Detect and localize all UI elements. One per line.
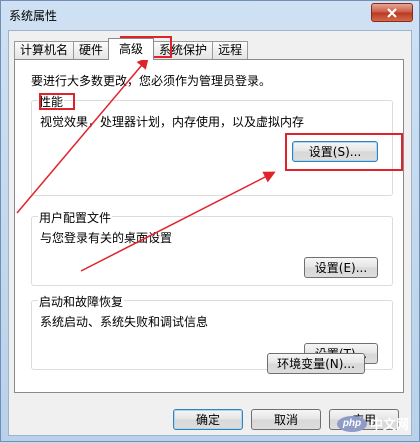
user-profiles-settings-button[interactable]: 设置(E)... <box>304 257 378 278</box>
performance-settings-button[interactable]: 设置(S)... <box>292 141 378 162</box>
close-button[interactable] <box>371 3 413 22</box>
performance-group: 性能 视觉效果，处理器计划，内存使用，以及虚拟内存 设置(S)... <box>31 93 393 196</box>
tab-remote[interactable]: 远程 <box>212 41 249 60</box>
tab-computer-name[interactable]: 计算机名 <box>14 41 75 60</box>
window-title: 系统属性 <box>9 9 58 23</box>
admin-note: 要进行大多数更改，您必须作为管理员登录。 <box>31 74 272 88</box>
environment-variables-button[interactable]: 环境变量(N)... <box>267 353 365 374</box>
dialog-client-area: 计算机名 硬件 高级 系统保护 远程 要进行大多数更改，您必须作为管理员登录。 … <box>8 30 412 436</box>
performance-desc: 视觉效果，处理器计划，内存使用，以及虚拟内存 <box>40 115 305 129</box>
tab-strip: 计算机名 硬件 高级 系统保护 远程 <box>14 38 249 60</box>
system-properties-window: 系统属性 计算机名 硬件 高级 系统保护 远程 要进行大多数更改，您必须作为管理… <box>0 0 420 442</box>
watermark-logo: php <box>336 415 367 432</box>
performance-title: 性能 <box>38 93 65 110</box>
user-profiles-group: 用户配置文件 与您登录有关的桌面设置 设置(E)... <box>31 209 393 286</box>
ok-button[interactable]: 确定 <box>173 409 243 430</box>
watermark-text: 中文网 <box>369 418 409 433</box>
tab-advanced[interactable]: 高级 <box>108 38 155 60</box>
startup-recovery-title: 启动和故障恢复 <box>38 293 125 310</box>
user-profiles-desc: 与您登录有关的桌面设置 <box>40 231 173 245</box>
tab-hardware[interactable]: 硬件 <box>73 41 110 60</box>
user-profiles-title: 用户配置文件 <box>38 209 113 226</box>
advanced-tab-panel: 要进行大多数更改，您必须作为管理员登录。 性能 视觉效果，处理器计划，内存使用，… <box>14 59 404 393</box>
startup-recovery-desc: 系统启动、系统失败和调试信息 <box>40 315 209 329</box>
close-icon <box>387 7 397 18</box>
tab-system-protection[interactable]: 系统保护 <box>153 41 214 60</box>
title-bar[interactable]: 系统属性 <box>1 1 419 29</box>
watermark: php 中文网 <box>336 414 409 433</box>
cancel-button[interactable]: 取消 <box>251 409 321 430</box>
